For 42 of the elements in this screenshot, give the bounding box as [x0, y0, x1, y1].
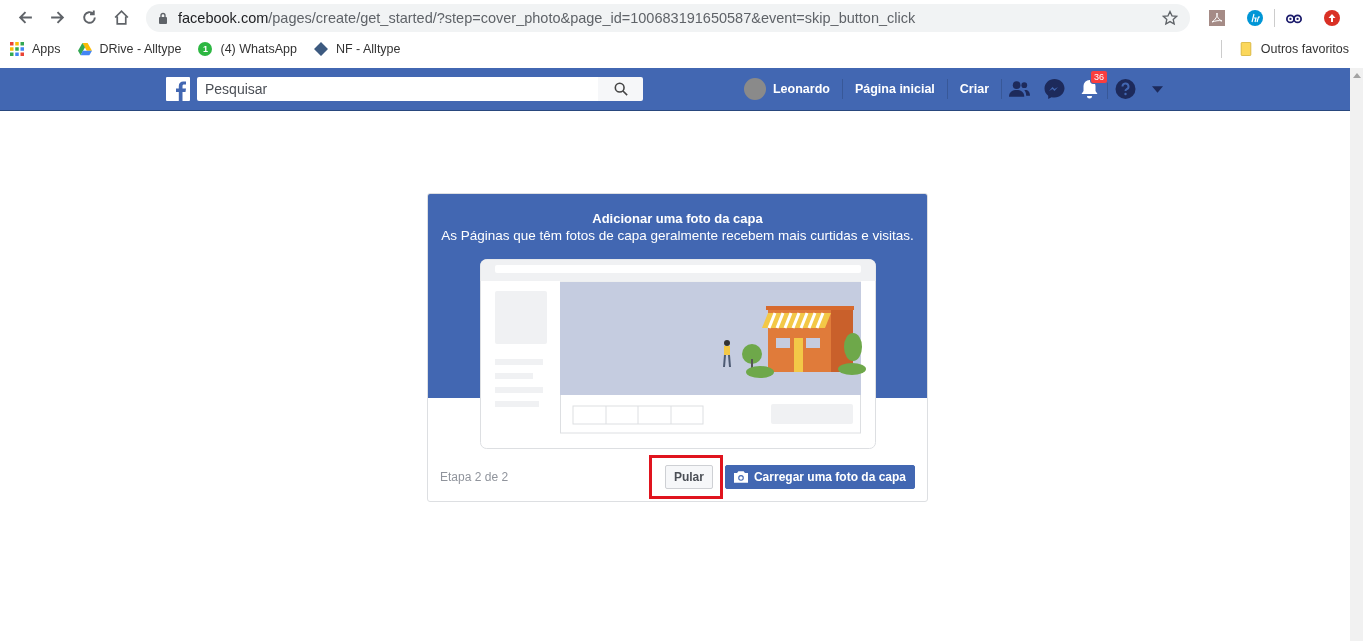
nav-link[interactable]: Criar: [947, 82, 1001, 96]
scrollbar[interactable]: [1350, 68, 1363, 641]
home-icon[interactable]: [113, 9, 130, 26]
search-icon[interactable]: [613, 82, 628, 96]
bookmark-link[interactable]: NF - Alltype: [313, 41, 401, 56]
dropdown-caret-icon[interactable]: [1152, 85, 1163, 93]
bookmark-link[interactable]: Apps: [10, 41, 61, 56]
star-icon[interactable]: [1162, 9, 1178, 26]
dialog-title: Adicionar uma foto da capa: [591, 211, 764, 226]
diamond-logo-icon: [313, 41, 328, 56]
help-icon[interactable]: [1115, 79, 1136, 99]
camera-icon: [733, 471, 748, 483]
bell-icon[interactable]: [1079, 79, 1100, 99]
grid-icon: [10, 41, 24, 56]
f-logo-icon[interactable]: [166, 77, 190, 101]
bookmark-link[interactable]: 1 (4) WhatsApp: [198, 41, 297, 56]
triangle-logo-icon: [77, 41, 92, 56]
pdf-extension-icon[interactable]: [1209, 9, 1225, 26]
skip-button[interactable]: Pular: [664, 465, 713, 489]
people-icon[interactable]: [1009, 79, 1030, 99]
profile-link[interactable]: Leonardo: [743, 78, 842, 100]
step-indicator: Etapa 2 de 2: [440, 470, 509, 484]
notification-badge: 36: [1090, 70, 1108, 84]
messenger-icon[interactable]: [1044, 79, 1065, 99]
reload-icon[interactable]: [81, 9, 98, 26]
upload-cover-button[interactable]: Carregar uma foto da capa: [724, 465, 915, 489]
url-text: facebook.com/pages/create/get_started/?step=cover_photo&page_id=100683191650587&event=skip_button_click: [178, 9, 917, 26]
hp-extension-icon[interactable]: [1247, 9, 1263, 26]
bookmark-folder[interactable]: Outros favoritos: [1238, 41, 1349, 56]
search-field[interactable]: Pesquisar: [197, 77, 598, 101]
address-bar[interactable]: facebook.com/pages/create/get_started/?step=cover_photo&page_id=100683191650587&event=skip_button_click: [146, 3, 1190, 32]
back-icon[interactable]: [17, 9, 34, 26]
avatar-icon: [743, 78, 766, 100]
dialog-subtitle: As Páginas que têm fotos de capa geralmente recebem mais curtidas e visitas.: [441, 228, 914, 243]
search-button[interactable]: [598, 77, 643, 101]
lock-icon: [158, 11, 168, 24]
count-badge: 1: [198, 41, 213, 56]
folder-icon: [1238, 41, 1253, 56]
nav-link[interactable]: Página inicial: [842, 82, 947, 96]
bookmark-link[interactable]: DRive - Alltype: [77, 41, 182, 56]
forward-icon[interactable]: [49, 9, 66, 26]
upload-extension-icon[interactable]: [1324, 9, 1340, 26]
